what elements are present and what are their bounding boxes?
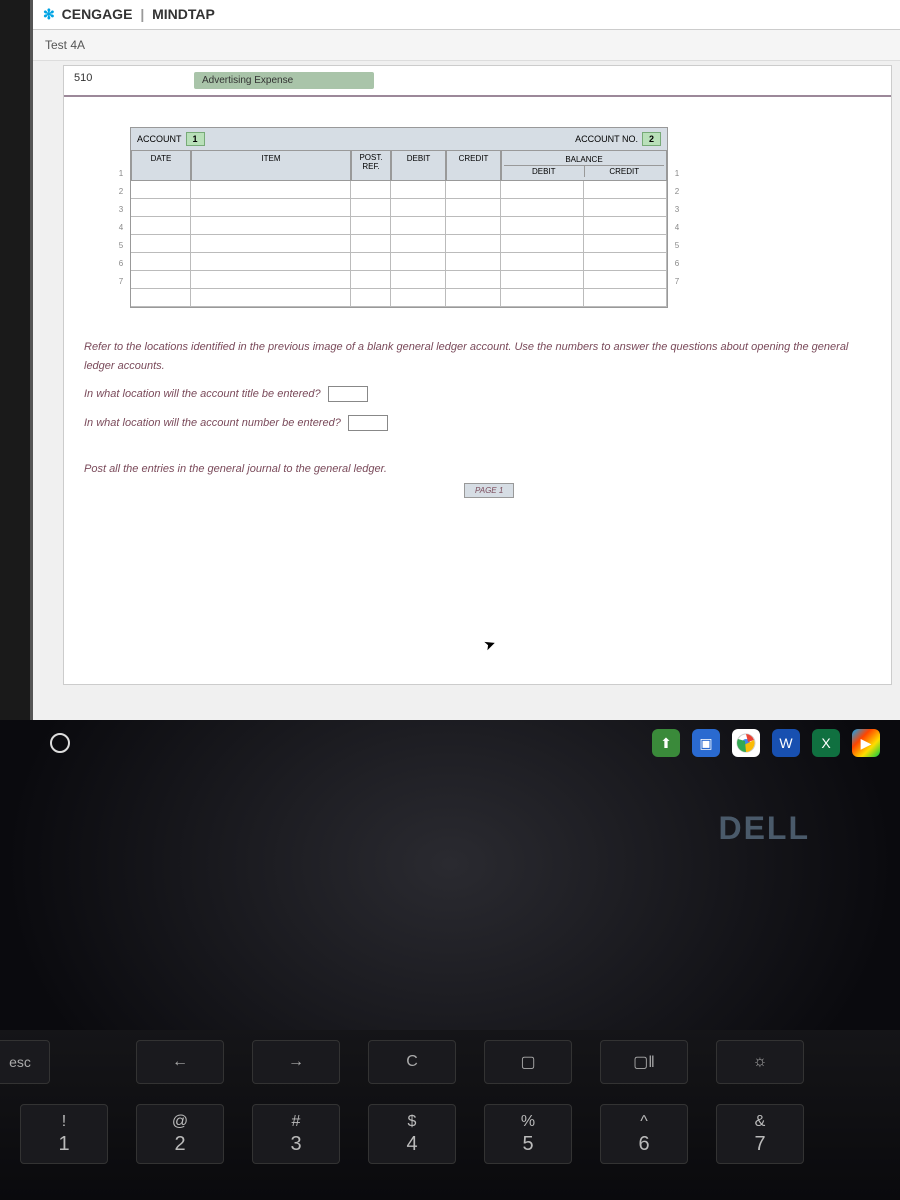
answer-input-1[interactable]	[328, 386, 368, 402]
laptop-bezel: ⬆ ▣ W X ▶ DELL esc ← → C ▢ ▢‖ ☼ !1 @2 #3…	[0, 720, 900, 1200]
col-post-ref: POST. REF.	[351, 150, 391, 181]
key-bright[interactable]: ☼	[716, 1040, 804, 1084]
brand-separator: |	[140, 6, 144, 22]
key-esc[interactable]: esc	[0, 1040, 50, 1084]
brand-name-1: CENGAGE	[62, 6, 133, 22]
key-forward[interactable]: →	[252, 1040, 340, 1084]
col-balance-credit: CREDIT	[585, 166, 665, 177]
ledger-column-headers: DATE ITEM POST. REF. DEBIT CREDIT BALANC…	[131, 150, 667, 181]
question-1: In what location will the account title …	[84, 388, 321, 400]
row-numbers-right: 1 2 3 4 5 6 7	[670, 127, 684, 308]
key-6[interactable]: ^6	[600, 1104, 688, 1164]
cursor-icon: ➤	[481, 635, 498, 655]
test-label-bar: Test 4A	[33, 30, 900, 61]
col-item: ITEM	[191, 150, 351, 181]
instruction-text: Refer to the locations identified in the…	[84, 338, 861, 375]
key-2[interactable]: @2	[136, 1104, 224, 1164]
ledger-card: ACCOUNT 1 ACCOUNT NO. 2 DATE ITEM POST. …	[130, 127, 668, 308]
location-box-1: 1	[186, 132, 205, 146]
play-icon[interactable]: ▶	[852, 729, 880, 757]
key-overview[interactable]: ▢‖	[600, 1040, 688, 1084]
camera-icon[interactable]: ▣	[692, 729, 720, 757]
word-icon[interactable]: W	[772, 729, 800, 757]
ledger-rows[interactable]	[131, 181, 667, 307]
instructions-block: Refer to the locations identified in the…	[64, 318, 891, 453]
key-back[interactable]: ←	[136, 1040, 224, 1084]
dell-logo: DELL	[718, 810, 810, 847]
taskbar: ⬆ ▣ W X ▶	[50, 726, 880, 760]
col-balance: BALANCE DEBIT CREDIT	[501, 150, 667, 181]
key-7[interactable]: &7	[716, 1104, 804, 1164]
brand-logo-icon: ✻	[43, 6, 55, 23]
location-box-2: 2	[642, 132, 661, 146]
col-date: DATE	[131, 150, 191, 181]
search-icon[interactable]	[50, 733, 70, 753]
screen-area: ✻ CENGAGE | MINDTAP Test 4A 510 Advertis…	[30, 0, 900, 720]
post-instruction: Post all the entries in the general jour…	[64, 453, 891, 504]
ledger-wrapper: 1 2 3 4 5 6 7 ACCOUNT 1 ACCOU	[64, 97, 891, 318]
upload-icon[interactable]: ⬆	[652, 729, 680, 757]
chrome-icon[interactable]	[732, 729, 760, 757]
brand-bar: ✻ CENGAGE | MINDTAP	[33, 0, 900, 30]
col-credit: CREDIT	[446, 150, 501, 181]
account-name-chip: Advertising Expense	[194, 72, 374, 89]
test-label: Test 4A	[45, 38, 85, 52]
keyboard: esc ← → C ▢ ▢‖ ☼ !1 @2 #3 $4 %5 ^6 &7	[0, 1030, 900, 1200]
key-1[interactable]: !1	[20, 1104, 108, 1164]
brand-name-2: MINDTAP	[152, 6, 215, 22]
key-3[interactable]: #3	[252, 1104, 340, 1164]
row-numbers-left: 1 2 3 4 5 6 7	[114, 127, 128, 308]
account-label: ACCOUNT	[137, 134, 182, 144]
key-refresh[interactable]: C	[368, 1040, 456, 1084]
answer-input-2[interactable]	[348, 415, 388, 431]
account-header-row: 510 Advertising Expense	[64, 66, 891, 97]
account-no-label: ACCOUNT NO.	[575, 134, 638, 144]
content-panel: 510 Advertising Expense 1 2 3 4 5 6 7	[63, 65, 892, 685]
account-code: 510	[74, 72, 194, 89]
col-debit: DEBIT	[391, 150, 446, 181]
ledger-top-row: ACCOUNT 1 ACCOUNT NO. 2	[131, 128, 667, 150]
key-fullscreen[interactable]: ▢	[484, 1040, 572, 1084]
excel-icon[interactable]: X	[812, 729, 840, 757]
col-balance-debit: DEBIT	[504, 166, 585, 177]
question-2: In what location will the account number…	[84, 417, 341, 429]
key-4[interactable]: $4	[368, 1104, 456, 1164]
key-5[interactable]: %5	[484, 1104, 572, 1164]
page-chip: PAGE 1	[464, 483, 514, 498]
